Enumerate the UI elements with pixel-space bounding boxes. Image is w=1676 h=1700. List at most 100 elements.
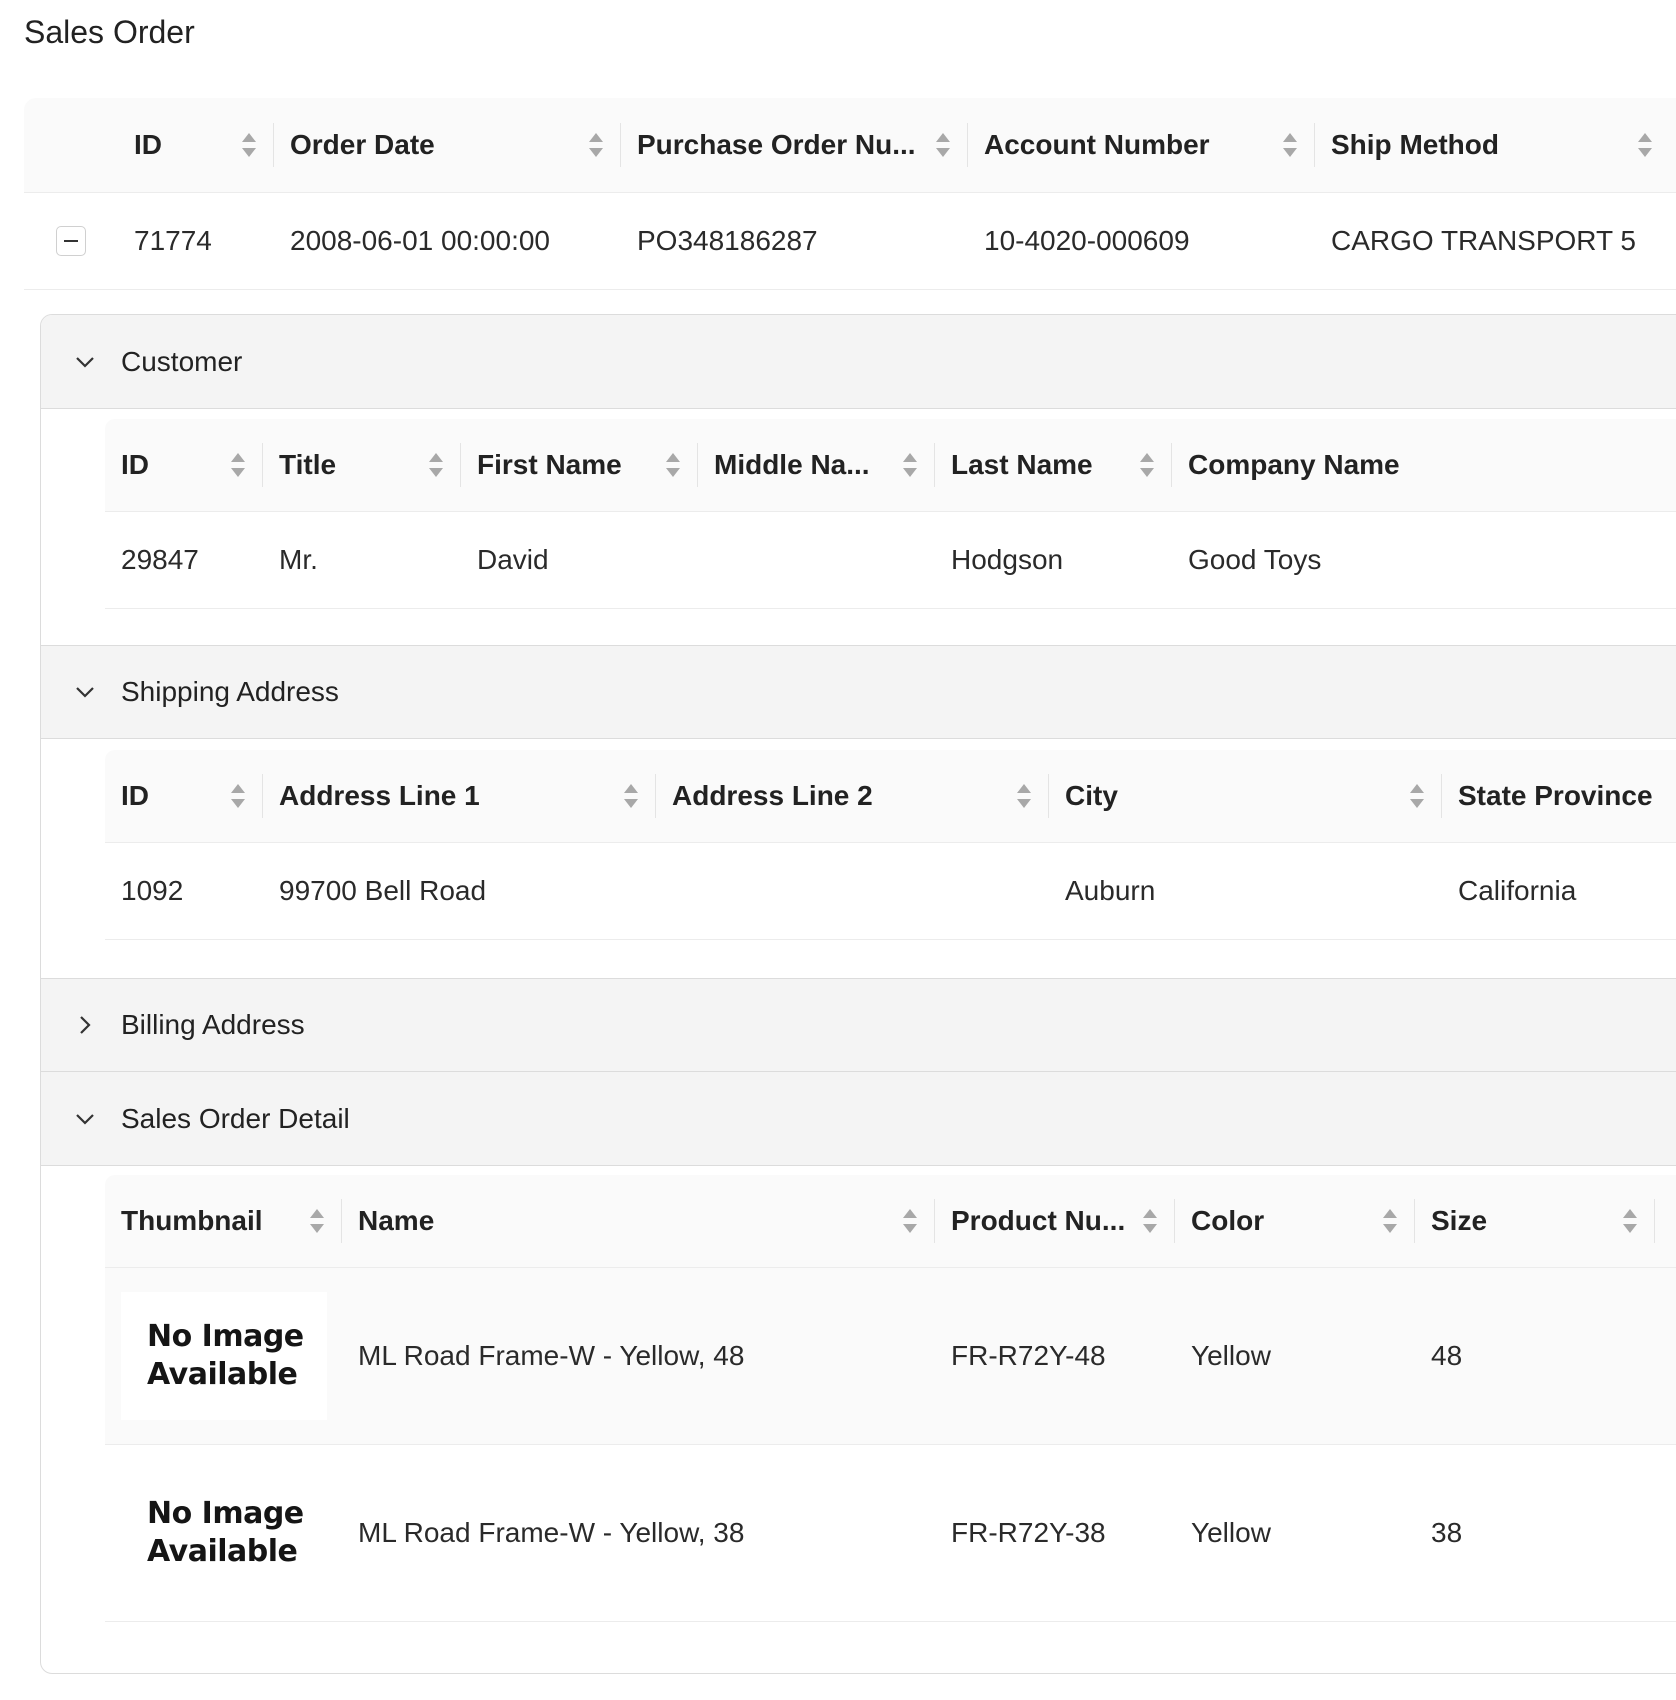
chevron-down-icon[interactable] xyxy=(71,1105,99,1133)
sort-icon[interactable] xyxy=(901,1207,919,1235)
sort-icon[interactable] xyxy=(240,131,258,159)
column-label: ID xyxy=(121,449,149,480)
column-header-id[interactable]: ID xyxy=(105,419,263,511)
column-header-thumbnail[interactable]: Thumbnail xyxy=(105,1175,342,1267)
column-header-size[interactable]: Size xyxy=(1415,1175,1655,1267)
cell-middle-name xyxy=(698,512,935,608)
column-label: Color xyxy=(1191,1205,1265,1236)
sort-icon[interactable] xyxy=(229,782,247,810)
chevron-right-icon[interactable] xyxy=(71,1011,99,1039)
table-row[interactable]: No Image Available ML Road Frame-W - Yel… xyxy=(105,1445,1676,1622)
sort-icon[interactable] xyxy=(308,1207,326,1235)
column-header-last-name[interactable]: Last Name xyxy=(935,419,1172,511)
column-header-middle-name[interactable]: Middle Na... xyxy=(698,419,935,511)
cell-city: Auburn xyxy=(1065,875,1156,906)
column-label: Account Number xyxy=(984,129,1210,160)
thumbnail-text: No Image xyxy=(147,1319,304,1354)
section-header-customer[interactable]: Customer xyxy=(41,315,1676,409)
sort-icon[interactable] xyxy=(1281,131,1299,159)
cell-first-name: David xyxy=(477,544,549,575)
customer-table: ID Title First Name Middle Na... Last Na… xyxy=(105,419,1676,609)
column-header-first-name[interactable]: First Name xyxy=(461,419,698,511)
column-header-state-province[interactable]: State Province xyxy=(1442,750,1676,842)
section-title: Billing Address xyxy=(121,1009,305,1040)
section-title: Customer xyxy=(121,345,243,377)
column-header-title[interactable]: Title xyxy=(263,419,461,511)
column-label: Ship Method xyxy=(1331,129,1499,160)
column-header-ship-method[interactable]: Ship Method xyxy=(1315,98,1662,192)
sort-icon[interactable] xyxy=(1141,1207,1159,1235)
sort-icon[interactable] xyxy=(1621,1207,1639,1235)
shipping-address-table: ID Address Line 1 Address Line 2 City St… xyxy=(105,750,1676,940)
cell-id: 1092 xyxy=(121,875,184,906)
cell-purchase-order-number: PO348186287 xyxy=(637,225,818,256)
column-label: State Province xyxy=(1458,780,1653,811)
cell-address-line-2 xyxy=(656,843,1049,939)
column-label: Middle Na... xyxy=(714,449,870,480)
column-header-color[interactable]: Color xyxy=(1175,1175,1415,1267)
sort-icon[interactable] xyxy=(1015,782,1033,810)
sort-icon[interactable] xyxy=(934,131,952,159)
sort-icon[interactable] xyxy=(622,782,640,810)
column-header-address-line-1[interactable]: Address Line 1 xyxy=(263,750,656,842)
column-label: ID xyxy=(121,780,149,811)
cell-company-name: Good Toys xyxy=(1188,544,1322,575)
thumbnail-image: No Image Available xyxy=(121,1469,327,1597)
cell-id: 29847 xyxy=(121,544,199,575)
column-label: Address Line 1 xyxy=(279,780,480,811)
cell-product-number: FR-R72Y-48 xyxy=(951,1340,1106,1371)
section-title: Sales Order Detail xyxy=(121,1102,350,1134)
sort-icon[interactable] xyxy=(1381,1207,1399,1235)
column-header-city[interactable]: City xyxy=(1049,750,1442,842)
cell-product-number: FR-R72Y-38 xyxy=(951,1517,1106,1548)
column-label: First Name xyxy=(477,449,622,480)
sort-icon[interactable] xyxy=(1636,131,1654,159)
column-header-product-number[interactable]: Product Nu... xyxy=(935,1175,1175,1267)
sort-icon[interactable] xyxy=(587,131,605,159)
cell-id: 71774 xyxy=(134,225,212,256)
column-header-company-name[interactable]: Company Name xyxy=(1172,419,1676,511)
sales-order-detail-table: Thumbnail Name Product Nu... Color Size xyxy=(105,1175,1676,1622)
section-header-shipping-address[interactable]: Shipping Address xyxy=(41,645,1676,739)
table-row[interactable]: 29847 Mr. David Hodgson Good Toys xyxy=(105,512,1676,609)
section-header-sales-order-detail[interactable]: Sales Order Detail xyxy=(41,1072,1676,1166)
sort-icon[interactable] xyxy=(1138,451,1156,479)
table-header: ID Order Date Purchase Order Nu... Accou… xyxy=(24,98,1676,193)
chevron-down-icon[interactable] xyxy=(71,678,99,706)
thumbnail-text: Available xyxy=(147,1357,298,1392)
cell-size: 38 xyxy=(1431,1517,1463,1548)
table-row[interactable]: 71774 2008-06-01 00:00:00 PO348186287 10… xyxy=(24,193,1676,290)
column-header-id[interactable]: ID xyxy=(24,98,274,192)
sort-icon[interactable] xyxy=(1408,782,1426,810)
column-header-id[interactable]: ID xyxy=(105,750,263,842)
section-header-billing-address[interactable]: Billing Address xyxy=(41,978,1676,1072)
column-label: City xyxy=(1065,780,1118,811)
column-label: Thumbnail xyxy=(121,1205,263,1236)
column-header-name[interactable]: Name xyxy=(342,1175,935,1267)
column-label: Size xyxy=(1431,1205,1488,1236)
cell-size: 48 xyxy=(1431,1340,1463,1371)
section-title: Shipping Address xyxy=(121,676,339,707)
column-label: Name xyxy=(358,1205,435,1236)
sort-icon[interactable] xyxy=(229,451,247,479)
column-label: Purchase Order Nu... xyxy=(637,129,916,160)
cell-order-date: 2008-06-01 00:00:00 xyxy=(290,225,550,256)
cell-ship-method: CARGO TRANSPORT 5 xyxy=(1331,225,1636,256)
table-row[interactable]: No Image Available ML Road Frame-W - Yel… xyxy=(105,1268,1676,1445)
sort-icon[interactable] xyxy=(664,451,682,479)
column-header-account-number[interactable]: Account Number xyxy=(968,98,1315,192)
table-row[interactable]: 1092 99700 Bell Road Auburn California xyxy=(105,843,1676,940)
table-header: ID Address Line 1 Address Line 2 City St… xyxy=(105,750,1676,843)
column-header-address-line-2[interactable]: Address Line 2 xyxy=(656,750,1049,842)
chevron-down-icon[interactable] xyxy=(71,348,99,376)
column-header-order-date[interactable]: Order Date xyxy=(274,98,621,192)
page-title: Sales Order xyxy=(24,14,195,50)
sort-icon[interactable] xyxy=(901,451,919,479)
cell-address-line-1: 99700 Bell Road xyxy=(279,875,487,906)
cell-name: ML Road Frame-W - Yellow, 38 xyxy=(358,1517,745,1548)
sort-icon[interactable] xyxy=(427,451,445,479)
column-label: Product Nu... xyxy=(951,1205,1126,1236)
column-label: Last Name xyxy=(951,449,1093,480)
column-header-purchase-order-number[interactable]: Purchase Order Nu... xyxy=(621,98,968,192)
cell-color: Yellow xyxy=(1191,1340,1271,1371)
